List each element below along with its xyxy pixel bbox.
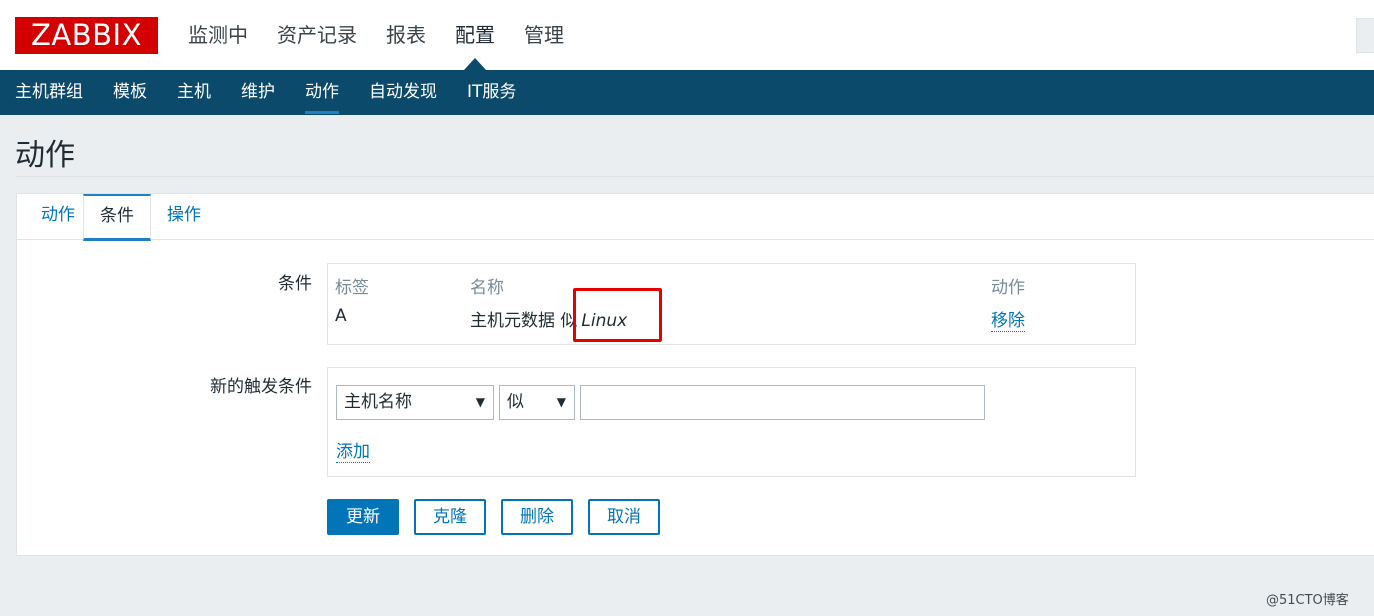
- main-menu-configuration[interactable]: 配置: [455, 0, 495, 70]
- main-menu-reports[interactable]: 报表: [386, 0, 426, 70]
- main-menu-monitoring[interactable]: 监测中: [188, 0, 248, 70]
- tab-action[interactable]: 动作: [32, 194, 84, 240]
- tabs-bar: 动作 条件 操作: [17, 194, 1374, 241]
- clone-button[interactable]: 克隆: [414, 499, 486, 535]
- search-box-edge[interactable]: [1356, 18, 1374, 53]
- condition-type-select[interactable]: 主机名称 ▼: [336, 385, 494, 420]
- main-menu: 监测中 资产记录 报表 配置 管理: [188, 0, 593, 70]
- new-condition-label: 新的触发条件: [210, 377, 312, 397]
- sub-menu-discovery[interactable]: 自动发现: [369, 70, 437, 115]
- sub-menu-host-groups[interactable]: 主机群组: [15, 70, 83, 115]
- tab-operations[interactable]: 操作: [164, 194, 204, 240]
- conditions-label: 条件: [278, 274, 312, 294]
- condition-operator-select[interactable]: 似 ▼: [499, 385, 575, 420]
- condition-operator-value: 似: [507, 392, 524, 412]
- sub-menu-bar: 主机群组 模板 主机 维护 动作 自动发现 IT服务: [0, 70, 1374, 115]
- sub-menu-templates[interactable]: 模板: [113, 70, 147, 115]
- new-condition-box: 主机名称 ▼ 似 ▼ 添加: [327, 367, 1136, 477]
- top-bar: ZABBIX 监测中 资产记录 报表 配置 管理: [0, 0, 1374, 70]
- cancel-button[interactable]: 取消: [588, 499, 660, 535]
- title-divider: [15, 176, 1374, 177]
- main-menu-inventory[interactable]: 资产记录: [277, 0, 357, 70]
- dropdown-arrow-icon: ▼: [475, 395, 485, 409]
- condition-name-text: 主机元数据 似: [470, 311, 578, 331]
- watermark: @51CTO博客: [1266, 593, 1349, 608]
- tab-conditions[interactable]: 条件: [83, 194, 151, 241]
- condition-type-value: 主机名称: [344, 392, 412, 412]
- sub-menu-it-services[interactable]: IT服务: [467, 70, 516, 115]
- update-button[interactable]: 更新: [327, 499, 399, 535]
- sub-menu: 主机群组 模板 主机 维护 动作 自动发现 IT服务: [15, 70, 546, 115]
- condition-value-input[interactable]: [580, 385, 985, 420]
- header-label: 标签: [335, 278, 369, 298]
- conditions-table: 标签 名称 动作 A 主机元数据 似 Linux 移除: [327, 263, 1136, 345]
- remove-condition-link[interactable]: 移除: [991, 306, 1025, 332]
- zabbix-logo[interactable]: ZABBIX: [15, 17, 158, 54]
- condition-row-label: A: [335, 306, 347, 326]
- sub-menu-actions[interactable]: 动作: [305, 70, 339, 115]
- delete-button[interactable]: 删除: [501, 499, 573, 535]
- dropdown-arrow-icon: ▼: [556, 395, 566, 409]
- main-menu-administration[interactable]: 管理: [524, 0, 564, 70]
- sub-menu-maintenance[interactable]: 维护: [241, 70, 275, 115]
- action-form-panel: 动作 条件 操作 条件 标签 名称 动作 A 主机元数据 似 Linux 移除 新…: [16, 193, 1374, 556]
- header-action: 动作: [991, 278, 1025, 298]
- add-condition-link[interactable]: 添加: [336, 437, 370, 463]
- page-title: 动作: [15, 138, 75, 173]
- sub-menu-hosts[interactable]: 主机: [177, 70, 211, 115]
- red-highlight-box: [573, 288, 662, 342]
- header-name: 名称: [470, 278, 504, 298]
